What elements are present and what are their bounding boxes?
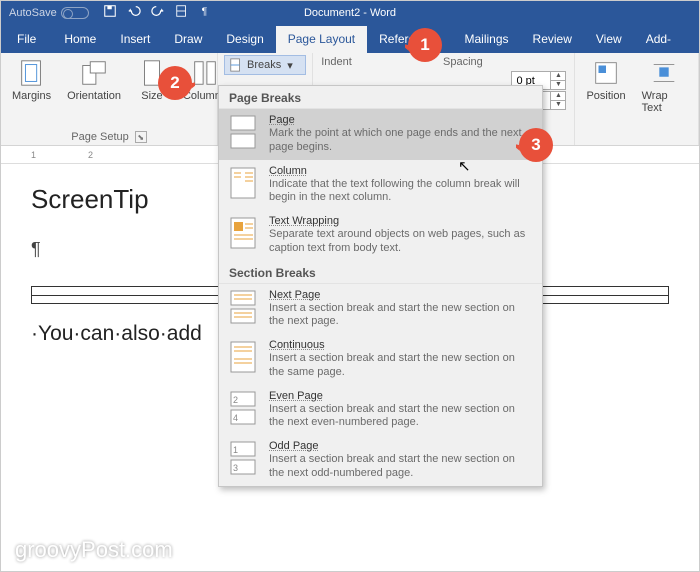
tab-mailings[interactable]: Mailings: [453, 26, 521, 53]
break-even-page[interactable]: 24 Even PageInsert a section break and s…: [219, 385, 542, 436]
break-odd-page[interactable]: 13 Odd PageInsert a section break and st…: [219, 435, 542, 486]
breaks-button[interactable]: Breaks▾: [224, 55, 306, 75]
callout-1: 1: [405, 25, 445, 65]
redo-icon[interactable]: [151, 4, 165, 21]
break-text-wrapping[interactable]: Text WrappingSeparate text around object…: [219, 210, 542, 261]
autosave-toggle[interactable]: AutoSave: [9, 7, 89, 19]
tab-home[interactable]: Home: [52, 26, 108, 53]
document-title: Document2 - Word: [304, 7, 396, 19]
svg-text:4: 4: [233, 413, 238, 423]
indent-label: Indent: [321, 56, 352, 68]
page-breaks-header: Page Breaks: [219, 86, 542, 109]
margins-button[interactable]: Margins: [7, 55, 56, 129]
tab-review[interactable]: Review: [521, 26, 584, 53]
tab-file[interactable]: File: [1, 26, 52, 53]
title-bar: AutoSave ¶ Document2 - Word: [1, 1, 699, 24]
paragraph-qat-icon[interactable]: ¶: [199, 4, 213, 21]
chevron-down-icon: ▾: [287, 59, 293, 72]
page-setup-label: Page Setup: [71, 131, 129, 143]
breaks-qat-icon[interactable]: [175, 4, 189, 21]
tab-addins[interactable]: Add-: [634, 26, 683, 53]
ribbon-tabs: File Home Insert Draw Design Page Layout…: [1, 24, 699, 53]
break-column[interactable]: ColumnIndicate that the text following t…: [219, 160, 542, 211]
orientation-button[interactable]: Orientation: [62, 55, 126, 129]
break-next-page[interactable]: Next PageInsert a section break and star…: [219, 284, 542, 335]
quick-access-toolbar: ¶: [103, 4, 213, 21]
wrap-text-button[interactable]: Wrap Text: [637, 55, 692, 145]
tab-draw[interactable]: Draw: [162, 26, 214, 53]
svg-text:¶: ¶: [201, 6, 207, 18]
section-breaks-header: Section Breaks: [219, 261, 542, 284]
undo-icon[interactable]: [127, 4, 141, 21]
page-setup-dialog-icon[interactable]: ⬊: [135, 131, 147, 143]
save-icon[interactable]: [103, 4, 117, 21]
svg-text:1: 1: [233, 445, 238, 455]
break-continuous[interactable]: ContinuousInsert a section break and sta…: [219, 334, 542, 385]
spacing-label: Spacing: [443, 56, 483, 68]
tab-design[interactable]: Design: [214, 26, 275, 53]
callout-2: 2: [155, 63, 195, 103]
break-page[interactable]: PageMark the point at which one page end…: [219, 109, 542, 160]
position-button[interactable]: Position: [581, 55, 630, 145]
tab-page-layout[interactable]: Page Layout: [276, 26, 367, 53]
watermark: groovyPost.com: [15, 537, 173, 563]
svg-text:3: 3: [233, 463, 238, 473]
tab-insert[interactable]: Insert: [108, 26, 162, 53]
tab-view[interactable]: View: [584, 26, 634, 53]
svg-text:2: 2: [233, 395, 238, 405]
breaks-dropdown: Page Breaks PageMark the point at which …: [218, 85, 543, 487]
callout-3: 3: [516, 125, 556, 165]
